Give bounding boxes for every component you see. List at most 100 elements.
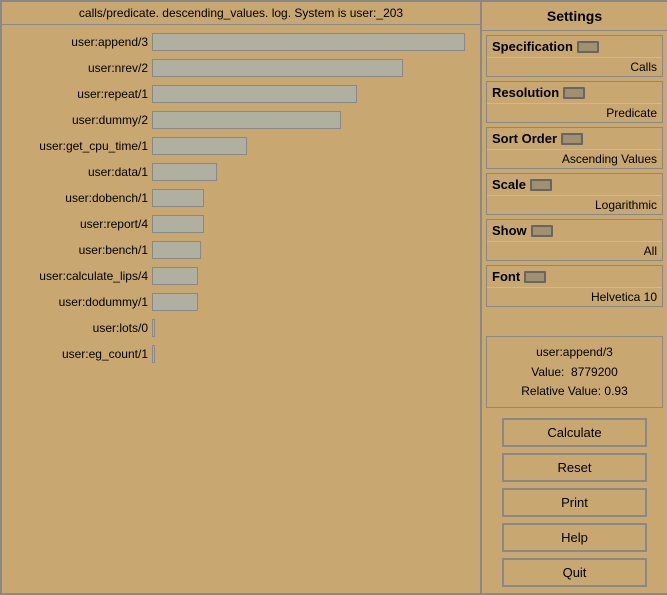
chart-row: user:get_cpu_time/1 bbox=[2, 133, 480, 159]
left-panel: calls/predicate. descending_values. log.… bbox=[2, 2, 482, 593]
bar-container bbox=[152, 59, 478, 77]
row-label: user:get_cpu_time/1 bbox=[4, 139, 152, 153]
buttons-area: Calculate Reset Print Help Quit bbox=[482, 412, 667, 593]
help-button[interactable]: Help bbox=[502, 523, 647, 552]
bar bbox=[152, 319, 155, 337]
setting-top: Show bbox=[487, 220, 662, 242]
bar-container bbox=[152, 33, 478, 51]
settings-body: Specification Calls Resolution Predicate Sor… bbox=[482, 31, 667, 332]
bar bbox=[152, 189, 204, 207]
bar bbox=[152, 33, 465, 51]
setting-top: Font bbox=[487, 266, 662, 288]
row-label: user:calculate_lips/4 bbox=[4, 269, 152, 283]
row-label: user:bench/1 bbox=[4, 243, 152, 257]
setting-label: Scale bbox=[492, 177, 526, 192]
bar bbox=[152, 85, 357, 103]
bar bbox=[152, 59, 403, 77]
chart-row: user:repeat/1 bbox=[2, 81, 480, 107]
bar bbox=[152, 293, 198, 311]
bar-container bbox=[152, 267, 478, 285]
bar bbox=[152, 111, 341, 129]
chart-row: user:dummy/2 bbox=[2, 107, 480, 133]
quit-button[interactable]: Quit bbox=[502, 558, 647, 587]
row-label: user:data/1 bbox=[4, 165, 152, 179]
bar bbox=[152, 163, 217, 181]
bar-container bbox=[152, 163, 478, 181]
row-label: user:dummy/2 bbox=[4, 113, 152, 127]
setting-row-scale: Scale Logarithmic bbox=[486, 173, 663, 215]
bar bbox=[152, 241, 201, 259]
setting-row-sort-order: Sort Order Ascending Values bbox=[486, 127, 663, 169]
info-relative-row: Relative Value: 0.93 bbox=[495, 382, 654, 401]
main-container: calls/predicate. descending_values. log.… bbox=[0, 0, 667, 595]
chart-row: user:eg_count/1 bbox=[2, 341, 480, 367]
setting-label: Sort Order bbox=[492, 131, 557, 146]
chart-wrapper: user:append/3 user:nrev/2 user:repeat/1 use… bbox=[2, 25, 480, 593]
setting-value: Logarithmic bbox=[487, 196, 662, 214]
bar-container bbox=[152, 189, 478, 207]
row-label: user:dodummy/1 bbox=[4, 295, 152, 309]
setting-value: Predicate bbox=[487, 104, 662, 122]
bar-container bbox=[152, 319, 478, 337]
bar-container bbox=[152, 345, 478, 363]
chart-row: user:nrev/2 bbox=[2, 55, 480, 81]
chart-rows: user:append/3 user:nrev/2 user:repeat/1 use… bbox=[2, 25, 480, 371]
chart-row: user:append/3 bbox=[2, 29, 480, 55]
right-panel: Settings Specification Calls Resolution Pre… bbox=[482, 2, 667, 593]
setting-row-show: Show All bbox=[486, 219, 663, 261]
setting-value: Calls bbox=[487, 58, 662, 76]
reset-button[interactable]: Reset bbox=[502, 453, 647, 482]
chart-row: user:report/4 bbox=[2, 211, 480, 237]
setting-row-specification: Specification Calls bbox=[486, 35, 663, 77]
bar-container bbox=[152, 111, 478, 129]
setting-toggle[interactable] bbox=[530, 179, 552, 191]
bar bbox=[152, 267, 198, 285]
bar-container bbox=[152, 215, 478, 233]
print-button[interactable]: Print bbox=[502, 488, 647, 517]
setting-row-font: Font Helvetica 10 bbox=[486, 265, 663, 307]
info-value-row: Value: 8779200 bbox=[495, 363, 654, 382]
setting-value: Ascending Values bbox=[487, 150, 662, 168]
chart-row: user:bench/1 bbox=[2, 237, 480, 263]
setting-top: Specification bbox=[487, 36, 662, 58]
setting-toggle[interactable] bbox=[561, 133, 583, 145]
row-label: user:lots/0 bbox=[4, 321, 152, 335]
info-box: user:append/3 Value: 8779200 Relative Va… bbox=[486, 336, 663, 408]
setting-label: Specification bbox=[492, 39, 573, 54]
row-label: user:dobench/1 bbox=[4, 191, 152, 205]
setting-toggle[interactable] bbox=[531, 225, 553, 237]
setting-top: Resolution bbox=[487, 82, 662, 104]
chart-row: user:lots/0 bbox=[2, 315, 480, 341]
setting-label: Resolution bbox=[492, 85, 559, 100]
bar bbox=[152, 215, 204, 233]
bar-container bbox=[152, 137, 478, 155]
setting-value: All bbox=[487, 242, 662, 260]
bar-container bbox=[152, 293, 478, 311]
bar-container bbox=[152, 85, 478, 103]
setting-label: Font bbox=[492, 269, 520, 284]
row-label: user:report/4 bbox=[4, 217, 152, 231]
setting-top: Scale bbox=[487, 174, 662, 196]
row-label: user:eg_count/1 bbox=[4, 347, 152, 361]
setting-toggle[interactable] bbox=[563, 87, 585, 99]
row-label: user:repeat/1 bbox=[4, 87, 152, 101]
info-name: user:append/3 bbox=[495, 343, 654, 362]
bar bbox=[152, 345, 155, 363]
settings-header: Settings bbox=[482, 2, 667, 31]
chart-title: calls/predicate. descending_values. log.… bbox=[2, 2, 480, 25]
chart-row: user:calculate_lips/4 bbox=[2, 263, 480, 289]
bar-container bbox=[152, 241, 478, 259]
calculate-button[interactable]: Calculate bbox=[502, 418, 647, 447]
row-label: user:append/3 bbox=[4, 35, 152, 49]
bar bbox=[152, 137, 247, 155]
setting-toggle[interactable] bbox=[524, 271, 546, 283]
chart-scroll-area[interactable]: user:append/3 user:nrev/2 user:repeat/1 use… bbox=[2, 25, 480, 593]
setting-row-resolution: Resolution Predicate bbox=[486, 81, 663, 123]
setting-value: Helvetica 10 bbox=[487, 288, 662, 306]
setting-toggle[interactable] bbox=[577, 41, 599, 53]
row-label: user:nrev/2 bbox=[4, 61, 152, 75]
setting-top: Sort Order bbox=[487, 128, 662, 150]
chart-row: user:data/1 bbox=[2, 159, 480, 185]
chart-row: user:dodummy/1 bbox=[2, 289, 480, 315]
setting-label: Show bbox=[492, 223, 527, 238]
